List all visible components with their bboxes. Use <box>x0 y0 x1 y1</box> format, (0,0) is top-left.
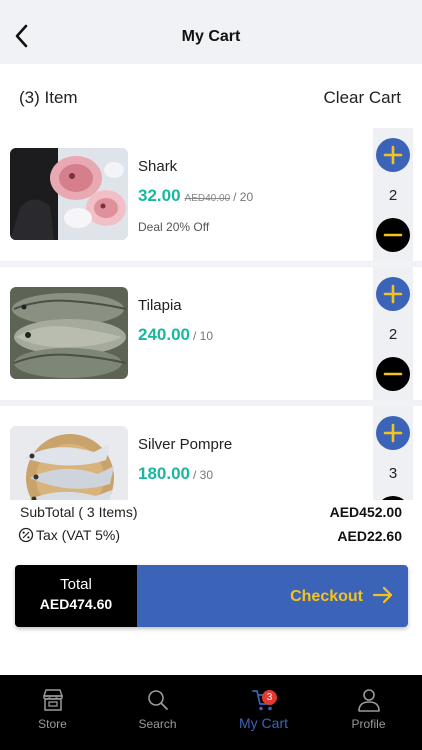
cart-item-list[interactable]: Shark 32.00AED40.00/ 20 Deal 20% Off 2 <box>0 128 422 500</box>
tab-label: Store <box>38 717 67 731</box>
plus-icon <box>383 145 403 165</box>
increase-quantity-button[interactable] <box>376 277 410 311</box>
product-price: 32.00 <box>138 186 181 205</box>
product-unit: / 20 <box>233 190 254 204</box>
total-value: AED474.60 <box>39 596 113 612</box>
bottom-tab-bar: Store Search My Cart Profile <box>0 675 422 750</box>
checkout-label: Checkout <box>290 588 363 605</box>
product-unit: / 10 <box>193 329 214 343</box>
product-image <box>10 426 128 500</box>
cart-item: Tilapia 240.00/ 10 2 <box>0 267 422 400</box>
subtotal-value: AED452.00 <box>329 504 402 520</box>
product-unit: / 30 <box>193 468 214 482</box>
quantity-stepper: 3 <box>373 406 413 500</box>
percent-badge-icon <box>18 527 34 543</box>
checkout-button[interactable]: Total AED474.60 Checkout <box>15 565 408 627</box>
original-price: AED40.00 <box>184 193 231 204</box>
increase-quantity-button[interactable] <box>376 138 410 172</box>
tab-label: My Cart <box>239 715 288 731</box>
quantity-value: 2 <box>388 326 398 343</box>
tax-label: Tax (VAT 5%) <box>36 527 121 543</box>
item-count: (3) Item <box>19 88 78 107</box>
tab-my-cart[interactable]: My Cart <box>211 675 316 750</box>
tab-label: Search <box>138 717 177 731</box>
product-name: Silver Pompre <box>138 436 233 453</box>
minus-icon <box>383 372 403 376</box>
arrow-right-icon <box>372 585 394 605</box>
quantity-stepper: 2 <box>373 267 413 400</box>
product-name: Tilapia <box>138 297 182 314</box>
price-line: 32.00 AED40.00/ 20 <box>138 186 253 206</box>
app-header: My Cart <box>0 0 422 64</box>
order-summary: SubTotal ( 3 Items) AED452.00 Tax (VAT 5… <box>0 500 422 675</box>
price-line: 180.00/ 30 <box>138 464 213 484</box>
tab-store[interactable]: Store <box>0 675 105 750</box>
profile-icon <box>356 687 382 713</box>
cart-item: Silver Pompre 180.00/ 30 3 <box>0 406 422 500</box>
store-icon <box>40 687 66 713</box>
price-line: 240.00/ 10 <box>138 325 213 345</box>
total-label: Total <box>60 576 92 593</box>
clear-cart-button[interactable]: Clear Cart <box>324 88 401 108</box>
quantity-value: 2 <box>388 187 398 204</box>
plus-icon <box>383 284 403 304</box>
product-price: 180.00 <box>138 464 190 483</box>
total-box: Total AED474.60 <box>15 565 137 627</box>
product-price: 240.00 <box>138 325 190 344</box>
subtotal-label: SubTotal ( 3 Items) <box>20 504 138 520</box>
tab-label: Profile <box>351 717 386 731</box>
tax-row: Tax (VAT 5%) <box>18 527 120 543</box>
page-title: My Cart <box>181 28 241 45</box>
product-name: Shark <box>138 158 178 175</box>
decrease-quantity-button[interactable] <box>376 218 410 252</box>
plus-icon <box>383 423 403 443</box>
deal-label: Deal 20% Off <box>138 220 210 234</box>
cart-count-bar: (3) Item Clear Cart <box>0 64 422 128</box>
cart-item: Shark 32.00 AED40.00/ 20 Deal 20% Off 2 <box>0 128 422 261</box>
minus-icon <box>383 233 403 237</box>
search-icon <box>145 687 171 713</box>
product-image <box>10 148 128 240</box>
quantity-stepper: 2 <box>373 128 413 261</box>
tax-value: AED22.60 <box>337 528 402 544</box>
tab-profile[interactable]: Profile <box>316 675 421 750</box>
decrease-quantity-button[interactable] <box>376 357 410 391</box>
quantity-value: 3 <box>388 465 398 482</box>
cart-count-badge: 3 <box>262 690 277 705</box>
increase-quantity-button[interactable] <box>376 416 410 450</box>
product-image <box>10 287 128 379</box>
tab-search[interactable]: Search <box>105 675 210 750</box>
